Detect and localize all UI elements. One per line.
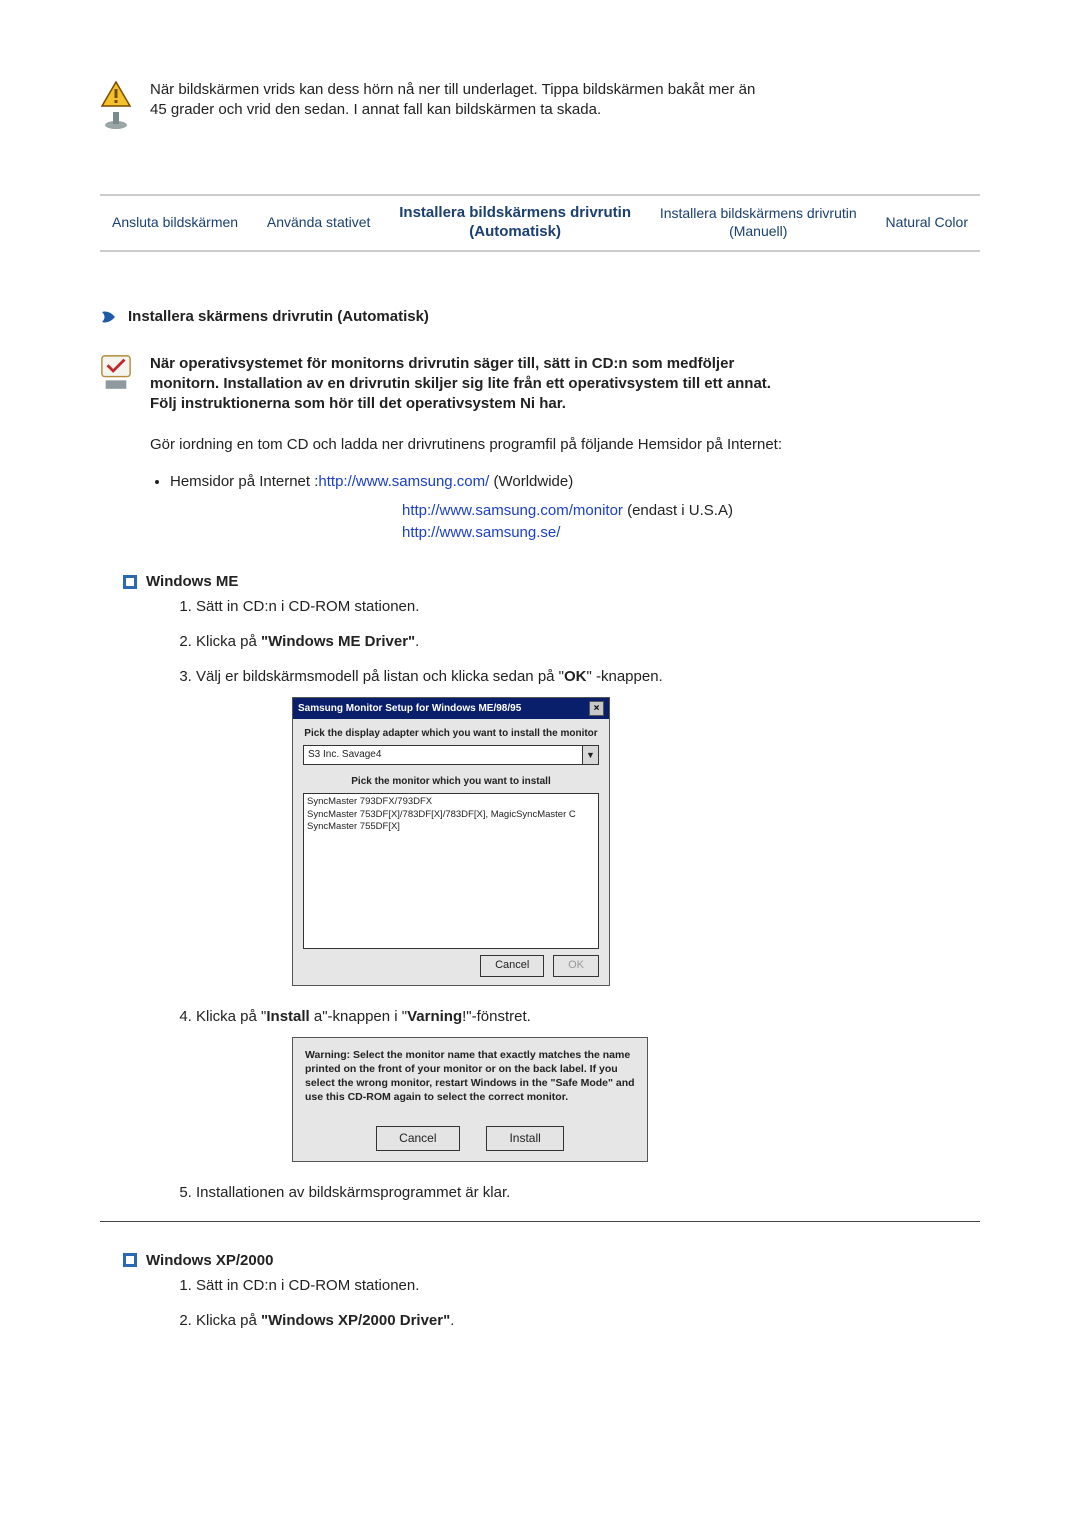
nav-install-driver-auto[interactable]: Installera bildskärmens drivrutin (Autom… [393,204,637,242]
dialog-screenshot-1: Samsung Monitor Setup for Windows ME/98/… [292,697,980,985]
xp-step-1: Sätt in CD:n i CD-ROM stationen. [196,1275,980,1296]
me-step5-text: Installationen av bildskärmsprogrammet ä… [196,1184,510,1201]
me4-pre: Klicka på " [196,1008,266,1025]
me-step-2: Klicka på "Windows ME Driver". [196,631,980,652]
me4-post: !"-fönstret. [462,1008,531,1025]
ok-button[interactable]: OK [553,955,599,976]
nav-connect-label: Ansluta bildskärmen [112,214,238,230]
dlg1-label1: Pick the display adapter which you want … [303,727,599,741]
list-item[interactable]: SyncMaster 753DF[X]/783DF[X]/783DF[X], M… [307,809,595,821]
nav-manual-l1: Installera bildskärmens drivrutin [660,205,857,221]
xp2-bold: "Windows XP/2000 Driver" [261,1312,450,1329]
me2-pre: Klicka på [196,633,261,650]
dialog1-titlebar: Samsung Monitor Setup for Windows ME/98/… [293,698,609,719]
nav-connect-monitor[interactable]: Ansluta bildskärmen [106,214,244,232]
windows-me-steps: Sätt in CD:n i CD-ROM stationen. Klicka … [170,596,980,1202]
dialog1-title: Samsung Monitor Setup for Windows ME/98/… [298,702,521,716]
me-step-1: Sätt in CD:n i CD-ROM stationen. [196,596,980,617]
intro-l2: monitorn. Installation av en drivrutin s… [150,375,771,392]
list-item[interactable]: SyncMaster 755DF[X] [307,821,595,833]
section-nav: Ansluta bildskärmen Använda stativet Ins… [100,194,980,252]
list-item[interactable]: SyncMaster 793DFX/793DFX [307,796,595,808]
internet-links-list: Hemsidor på Internet :http://www.samsung… [150,473,980,490]
xp-step-2: Klicka på "Windows XP/2000 Driver". [196,1310,980,1331]
dlg1-label2: Pick the monitor which you want to insta… [303,775,599,789]
intro-text: När operativsystemet för monitorns drivr… [150,354,771,415]
warning-icon [100,80,132,108]
link-stack: http://www.samsung.com/monitor (endast i… [402,500,980,544]
windows-xp-heading-text: Windows XP/2000 [146,1252,273,1269]
warning-dialog: Warning: Select the monitor name that ex… [292,1037,648,1162]
me3-post: " -knappen. [587,668,663,685]
xp2-post: . [450,1312,454,1329]
me3-pre: Välj er bildskärmsmodell på listan och k… [196,668,564,685]
me-step1-text: Sätt in CD:n i CD-ROM stationen. [196,598,419,615]
windows-me-heading-text: Windows ME [146,573,238,590]
section-heading-text: Installera skärmens drivrutin (Automatis… [128,308,429,325]
me4-mid: a"-knappen i " [310,1008,407,1025]
section-heading: Installera skärmens drivrutin (Automatis… [100,308,980,326]
nav-auto-l2: (Automatisk) [469,223,561,240]
chevron-down-icon[interactable]: ▼ [582,746,598,764]
me2-post: . [415,633,419,650]
links-prefix: Hemsidor på Internet : [170,473,318,490]
bullet-square-icon [122,574,138,590]
adapter-value: S3 Inc. Savage4 [304,746,582,764]
adapter-combo[interactable]: S3 Inc. Savage4 ▼ [303,745,599,765]
intro-block: När operativsystemet för monitorns drivr… [100,354,980,415]
link2-suffix: (endast i U.S.A) [623,502,733,519]
internet-links-item: Hemsidor på Internet :http://www.samsung… [170,473,980,490]
link-samsung-monitor[interactable]: http://www.samsung.com/monitor [402,502,623,519]
windows-xp-heading: Windows XP/2000 [122,1252,980,1269]
xp2-pre: Klicka på [196,1312,261,1329]
nav-manual-l2: (Manuell) [729,223,787,239]
me3-bold: OK [564,668,587,685]
xp-step1-text: Sätt in CD:n i CD-ROM stationen. [196,1277,419,1294]
prep-text: Gör iordning en tom CD och ladda ner dri… [150,434,980,457]
warning-icon-stack [100,80,132,134]
check-icon [100,354,132,396]
link-samsung-com[interactable]: http://www.samsung.com/ [318,473,489,490]
nav-install-driver-manual[interactable]: Installera bildskärmens drivrutin (Manue… [654,205,863,240]
cancel-button[interactable]: Cancel [480,955,544,976]
warning-text: När bildskärmen vrids kan dess hörn nå n… [150,80,755,121]
monitor-listbox[interactable]: SyncMaster 793DFX/793DFX SyncMaster 753D… [303,793,599,949]
me-step-3: Välj er bildskärmsmodell på listan och k… [196,666,980,985]
intro-l3: Följ instruktionerna som hör till det op… [150,395,566,412]
monitor-base-icon [100,110,132,134]
windows-me-heading: Windows ME [122,573,980,590]
close-icon[interactable]: × [589,701,604,716]
intro-l1: När operativsystemet för monitorns drivr… [150,355,734,372]
windows-xp-steps: Sätt in CD:n i CD-ROM stationen. Klicka … [170,1275,980,1331]
arrow-marker-icon [100,308,118,326]
nav-natural-label: Natural Color [886,214,968,230]
tilt-warning-block: När bildskärmen vrids kan dess hörn nå n… [100,80,980,134]
section-divider [100,1221,980,1222]
nav-auto-l1: Installera bildskärmens drivrutin [399,204,631,221]
me-step-5: Installationen av bildskärmsprogrammet ä… [196,1182,980,1203]
me4-b1: Install [266,1008,309,1025]
warning-line1: När bildskärmen vrids kan dess hörn nå n… [150,81,755,98]
bullet-square-icon [122,1252,138,1268]
monitor-setup-dialog: Samsung Monitor Setup for Windows ME/98/… [292,697,610,985]
warning-dialog-text: Warning: Select the monitor name that ex… [305,1049,635,1104]
nav-use-stand[interactable]: Använda stativet [261,214,377,232]
me2-bold: "Windows ME Driver" [261,633,415,650]
install-button[interactable]: Install [486,1126,563,1150]
me-step-4: Klicka på "Install a"-knappen i "Varning… [196,1006,980,1162]
nav-stand-label: Använda stativet [267,214,371,230]
warning-line2: 45 grader och vrid den sedan. I annat fa… [150,101,601,118]
link1-suffix: (Worldwide) [489,473,573,490]
link-samsung-se[interactable]: http://www.samsung.se/ [402,524,560,541]
cancel-button[interactable]: Cancel [376,1126,459,1150]
me4-b2: Varning [407,1008,462,1025]
dialog-screenshot-2: Warning: Select the monitor name that ex… [292,1037,980,1162]
nav-natural-color[interactable]: Natural Color [880,214,974,232]
